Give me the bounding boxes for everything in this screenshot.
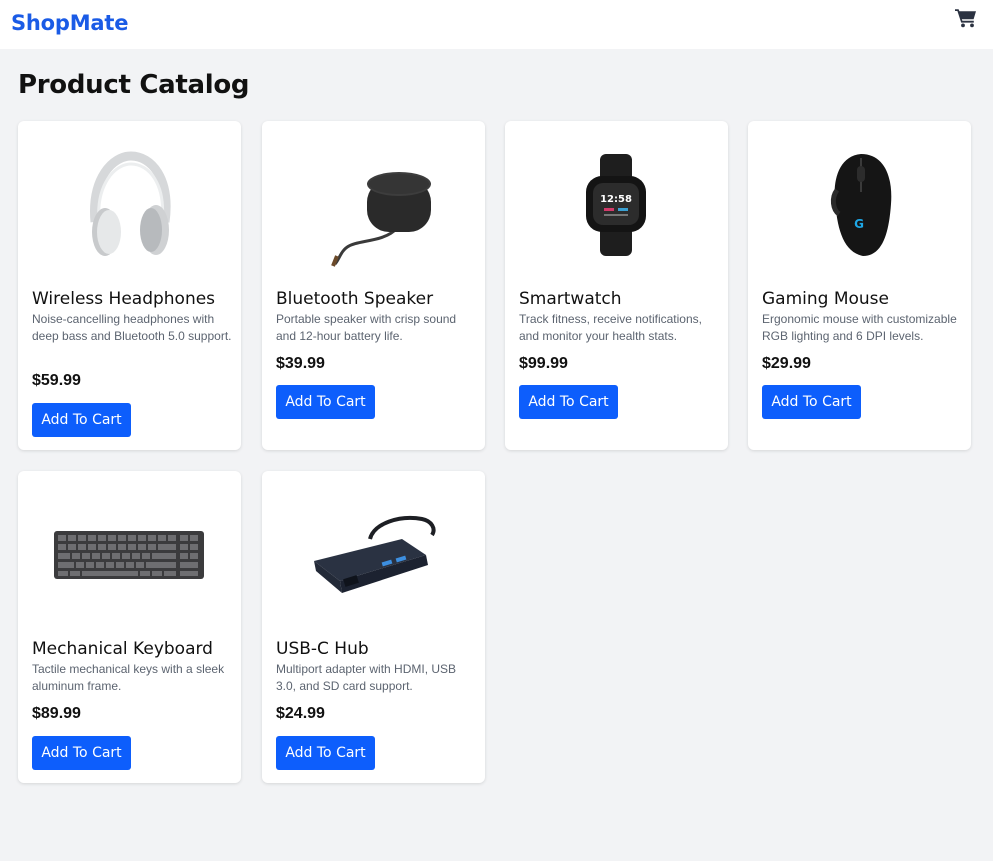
product-price: $99.99 <box>519 355 568 372</box>
add-to-cart-button[interactable]: Add To Cart <box>32 403 131 437</box>
product-name: Gaming Mouse <box>762 289 890 309</box>
usb-hub-image <box>262 485 485 625</box>
product-description: Multiport adapter with HDMI, USB 3.0, an… <box>276 662 457 693</box>
product-price: $59.99 <box>32 372 81 389</box>
keyboard-image <box>18 485 241 625</box>
headphones-image <box>18 135 241 275</box>
add-to-cart-button[interactable]: Add To Cart <box>762 385 861 419</box>
add-to-cart-button[interactable]: Add To Cart <box>276 736 375 770</box>
product-name: Smartwatch <box>519 289 622 309</box>
add-to-cart-button[interactable]: Add To Cart <box>32 736 131 770</box>
product-price: $39.99 <box>276 355 325 372</box>
smartwatch-image: 12:58 <box>505 135 728 275</box>
product-name: Bluetooth Speaker <box>276 289 434 309</box>
gaming-mouse-image: G <box>748 135 971 275</box>
product-description: Noise-cancelling headphones with deep ba… <box>32 312 232 343</box>
add-to-cart-button[interactable]: Add To Cart <box>276 385 375 419</box>
product-price: $89.99 <box>32 705 81 722</box>
product-name: Wireless Headphones <box>32 289 216 309</box>
navbar: ShopMate <box>0 0 993 49</box>
product-description: Track fitness, receive notifications, an… <box>519 312 702 343</box>
speaker-image <box>262 135 485 275</box>
product-description: Tactile mechanical keys with a sleek alu… <box>32 662 225 693</box>
product-card: 12:58 Smartwatch Track fitness, receive … <box>505 121 728 450</box>
shopping-cart-icon[interactable] <box>955 8 981 32</box>
product-description: Ergonomic mouse with customizable RGB li… <box>762 312 957 343</box>
page-title: Product Catalog <box>18 70 250 100</box>
product-name: USB-C Hub <box>276 639 369 659</box>
svg-text:G: G <box>854 217 864 231</box>
brand-logo[interactable]: ShopMate <box>11 11 128 35</box>
svg-text:12:58: 12:58 <box>600 194 632 205</box>
product-card: Bluetooth Speaker Portable speaker with … <box>262 121 485 450</box>
product-name: Mechanical Keyboard <box>32 639 213 659</box>
product-card: G Gaming Mouse Ergonomic mouse with cust… <box>748 121 971 450</box>
product-card: Mechanical Keyboard Tactile mechanical k… <box>18 471 241 783</box>
product-card: Wireless Headphones Noise-cancelling hea… <box>18 121 241 450</box>
product-price: $29.99 <box>762 355 811 372</box>
product-card: USB-C Hub Multiport adapter with HDMI, U… <box>262 471 485 783</box>
product-price: $24.99 <box>276 705 325 722</box>
add-to-cart-button[interactable]: Add To Cart <box>519 385 618 419</box>
product-description: Portable speaker with crisp sound and 12… <box>276 312 457 343</box>
